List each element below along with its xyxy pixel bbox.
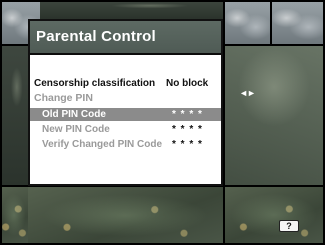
background-tile xyxy=(223,45,325,185)
grid-divider xyxy=(0,0,325,2)
panel-title-bar: Parental Control xyxy=(30,21,221,55)
menu-item-censorship-classification[interactable]: Censorship classification No block xyxy=(30,77,221,90)
background-tile xyxy=(0,45,28,185)
verify-pin-label: Verify Changed PIN Code xyxy=(42,139,163,150)
change-pin-heading: Change PIN xyxy=(34,92,93,104)
grid-divider xyxy=(223,0,225,245)
page-title: Parental Control xyxy=(36,28,156,45)
old-pin-field[interactable]: * * * * xyxy=(172,108,203,121)
menu-list: Censorship classification No block Chang… xyxy=(30,55,221,184)
grid-divider xyxy=(223,44,325,46)
background-tile xyxy=(223,185,325,245)
grid-divider xyxy=(270,0,272,45)
censorship-value: No block xyxy=(166,78,209,89)
grid-divider xyxy=(0,44,28,46)
verify-pin-field[interactable]: * * * * xyxy=(172,138,203,151)
censorship-label: Censorship classification xyxy=(34,78,156,89)
help-button[interactable]: ? xyxy=(279,220,299,232)
background-tile xyxy=(0,185,28,245)
new-pin-label: New PIN Code xyxy=(42,124,110,135)
new-pin-field[interactable]: * * * * xyxy=(172,123,203,136)
parental-control-panel: Parental Control Censorship classificati… xyxy=(28,19,223,186)
grid-divider xyxy=(0,0,2,245)
background-tile xyxy=(223,0,270,45)
menu-item-verify-pin-code[interactable]: Verify Changed PIN Code * * * * xyxy=(30,138,221,151)
old-pin-label: Old PIN Code xyxy=(42,109,106,120)
menu-section-change-pin: Change PIN xyxy=(30,92,221,105)
left-right-arrows-icon: ◄► xyxy=(239,88,256,98)
background-tile xyxy=(40,0,223,19)
menu-item-new-pin-code[interactable]: New PIN Code * * * * xyxy=(30,123,221,136)
background-tile xyxy=(28,186,223,245)
background-tile xyxy=(270,0,325,45)
menu-item-old-pin-code[interactable]: Old PIN Code * * * * xyxy=(30,108,221,121)
